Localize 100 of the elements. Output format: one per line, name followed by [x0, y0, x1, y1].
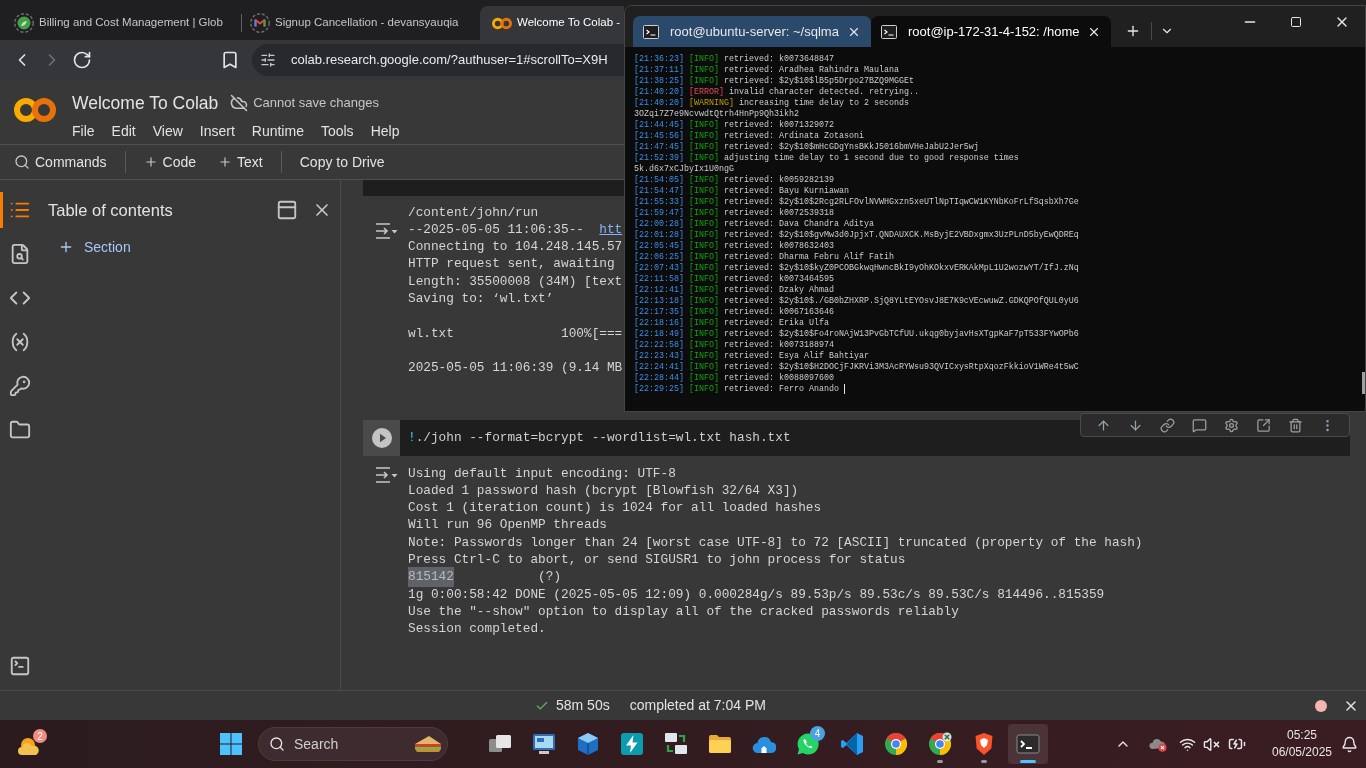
url-link[interactable]: htt: [599, 219, 623, 239]
plus-icon: [218, 155, 233, 169]
output-line: HTTP request sent, awaiting: [408, 255, 615, 274]
notification-badge: 2: [33, 729, 47, 743]
output-line: 1g 0:00:58:42 DONE (2025-05-05 12:09) 0.000284g/s 89.53p/s 89.53c/s 89.53C/s 814496..815359: [408, 585, 1105, 604]
output-toggle-icon[interactable]: [373, 466, 398, 484]
cube-icon[interactable]: [576, 732, 600, 756]
network-icon[interactable]: [664, 732, 688, 756]
log-line: [21:55:33] [INFO] retrieved: $2y$10$2Rcg2RLFOvlNVWHGxzn5xeUTlNpTIqwCW1KYNbKoFrLfSqsbXh7Ge: [634, 196, 1079, 208]
log-line: [22:01:28] [INFO] retrieved: $2y$10$gvMw3d0JpjxT.QNDAUXCK.MsByjE2VBDxgmx3UzPLnD5byEwQDREq: [634, 229, 1079, 241]
log-line: 5k.d6x7xCJbyIx1U0ngG: [634, 163, 734, 175]
output-line: Length: 35500008 (34M) [text: [408, 272, 623, 291]
mail-icon: [250, 13, 270, 33]
address-field[interactable]: colab.research.google.com/?authuser=1#scrollTo=X9H: [252, 44, 624, 76]
browser-icon[interactable]: [928, 732, 952, 756]
browser-tab[interactable]: Billing and Cost Management | Glob: [8, 6, 238, 40]
taskbar-app-button[interactable]: [1008, 724, 1048, 764]
log-line: [22:18:49] [INFO] retrieved: $2y$10$Fo4roNAjW13PvGbTCfUU.ukqg0byjavHsXTgpKaF7pT533FYwOPb6: [634, 328, 1079, 340]
toolbar-button[interactable]: Code: [141, 151, 199, 173]
clock-time[interactable]: 05:25: [1287, 727, 1317, 744]
panel-title: Table of contents: [48, 199, 173, 221]
terminal-tab[interactable]: root@ubuntu-server: ~/sqlma: [633, 16, 871, 47]
log-line: 3OZqi7Z7e9NcvwdtQtrh4HnPp9Qh3ikh2: [634, 108, 799, 120]
menu-item[interactable]: Insert: [199, 120, 235, 142]
password-text: 815142: [408, 567, 454, 587]
plus-icon[interactable]: [1125, 23, 1141, 39]
output-line: /content/john/run: [408, 203, 539, 222]
run-button[interactable]: [363, 420, 400, 456]
menu-item[interactable]: Edit: [111, 120, 136, 142]
bookmark-icon[interactable]: [220, 50, 240, 70]
toolbar-button[interactable]: Copy to Drive: [297, 151, 387, 173]
notification-icon[interactable]: [1341, 735, 1358, 753]
terminal-icon[interactable]: [1016, 732, 1040, 756]
log-line: [22:13:18] [INFO] retrieved: $2y$10$./GB0bZHXRP.SjQ8YLtEYOsvJ8E7K9cVEcwuwZ.GDKQPOfQUL0yU6: [634, 295, 1079, 307]
log-line: [21:52:39] [INFO] adjusting time delay to 1 second due to good response times: [634, 152, 1019, 164]
clock-date[interactable]: 06/05/2025: [1271, 744, 1333, 761]
sliders-icon[interactable]: [260, 52, 276, 68]
variable-icon: [9, 331, 31, 353]
menu-item[interactable]: File: [72, 120, 95, 142]
output-line: (?): [538, 568, 562, 587]
log-line: [21:54:47] [INFO] retrieved: Bayu Kurniawan: [634, 185, 849, 197]
log-line: [21:44:45] [INFO] retrieved: k0071329072: [634, 119, 834, 131]
menu-item[interactable]: Help: [370, 120, 400, 142]
terminal-tab[interactable]: root@ip-172-31-4-152: /home: [871, 16, 1111, 47]
toolbar-button[interactable]: Commands: [12, 151, 109, 173]
monitor-icon[interactable]: [532, 732, 556, 756]
output-line: --2025-05-05 11:06:35--: [408, 220, 584, 239]
notebook-title[interactable]: Welcome To Colab: [72, 89, 219, 117]
scrollbar-thumb[interactable]: [1362, 372, 1365, 394]
external-link-icon[interactable]: [1255, 417, 1271, 433]
log-line: [22:05:45] [INFO] retrieved: k0078632403: [634, 240, 834, 252]
output-line: 2025-05-05 11:06:39 (9.14 MB: [408, 359, 623, 378]
round-logo-icon: [14, 13, 34, 33]
lightning-icon[interactable]: [620, 732, 644, 756]
menu-item[interactable]: Runtime: [251, 120, 304, 142]
search-icon: [269, 736, 285, 752]
output-line: Connecting to 104.248.145.57: [408, 238, 623, 257]
comment-icon[interactable]: [1191, 417, 1207, 433]
log-line: [22:06:25] [INFO] retrieved: Dharma Febru Alif Fatih: [634, 251, 894, 263]
link-icon[interactable]: [1159, 417, 1175, 433]
output-line: Loaded 1 password hash (bcrypt [Blowfish 32/64 X3]): [408, 481, 799, 500]
folder-icon: [9, 419, 31, 441]
log-line: [22:22:58] [INFO] retrieved: k0073188974: [634, 339, 834, 351]
log-line: [22:17:35] [INFO] retrieved: k0067163646: [634, 306, 834, 318]
reload-icon[interactable]: [72, 50, 92, 70]
plus-icon: [58, 239, 74, 255]
add-section-button[interactable]: Section: [58, 233, 131, 261]
window-icon[interactable]: [276, 199, 298, 221]
log-line: [22:00:28] [INFO] retrieved: Dava Chandra Aditya: [634, 218, 874, 230]
folder-icon[interactable]: [708, 732, 732, 756]
plus-icon: [143, 155, 158, 169]
output-line: wl.txt 100%[===: [408, 324, 623, 343]
browser-tab[interactable]: Signup Cancellation - devansyauqia: [244, 6, 474, 40]
start-icon[interactable]: [219, 732, 243, 756]
toolbar-button[interactable]: Text: [216, 151, 265, 173]
output-line: Cost 1 (iteration count) is 1024 for all loaded hashes: [408, 499, 822, 518]
browser-icon[interactable]: [884, 732, 908, 756]
output-toggle-icon[interactable]: [373, 222, 398, 240]
ribbon-icon[interactable]: [840, 732, 864, 756]
menu-item[interactable]: Tools: [320, 120, 354, 142]
logo-icon: [492, 16, 512, 30]
trash-icon[interactable]: [1287, 417, 1303, 433]
browser-tab[interactable]: Welcome To Colab -: [480, 6, 624, 40]
mute-icon[interactable]: [1203, 735, 1220, 753]
save-status-text: Cannot save changes: [253, 94, 379, 113]
cloud-error-icon[interactable]: [1149, 736, 1167, 752]
output-line: Press Ctrl-C to abort, or send SIGUSR1 to john process for status: [408, 551, 906, 570]
arrow-down-icon[interactable]: [1127, 417, 1143, 433]
dot-icon: [1315, 699, 1327, 712]
log-line: [21:54:05] [INFO] retrieved: k0059282139: [634, 174, 834, 186]
status-text: completed at 7:04 PM: [629, 696, 766, 715]
search-field[interactable]: Search: [258, 727, 448, 761]
cloud-off-icon: [230, 94, 249, 112]
maximize-icon[interactable]: [1290, 16, 1302, 28]
key-icon: [9, 375, 31, 397]
terminal-icon: [881, 24, 897, 39]
logo-icon: [14, 97, 56, 123]
notification-badge: 4: [810, 726, 825, 741]
settings-icon[interactable]: [1223, 417, 1239, 433]
menu-item[interactable]: View: [152, 120, 183, 142]
